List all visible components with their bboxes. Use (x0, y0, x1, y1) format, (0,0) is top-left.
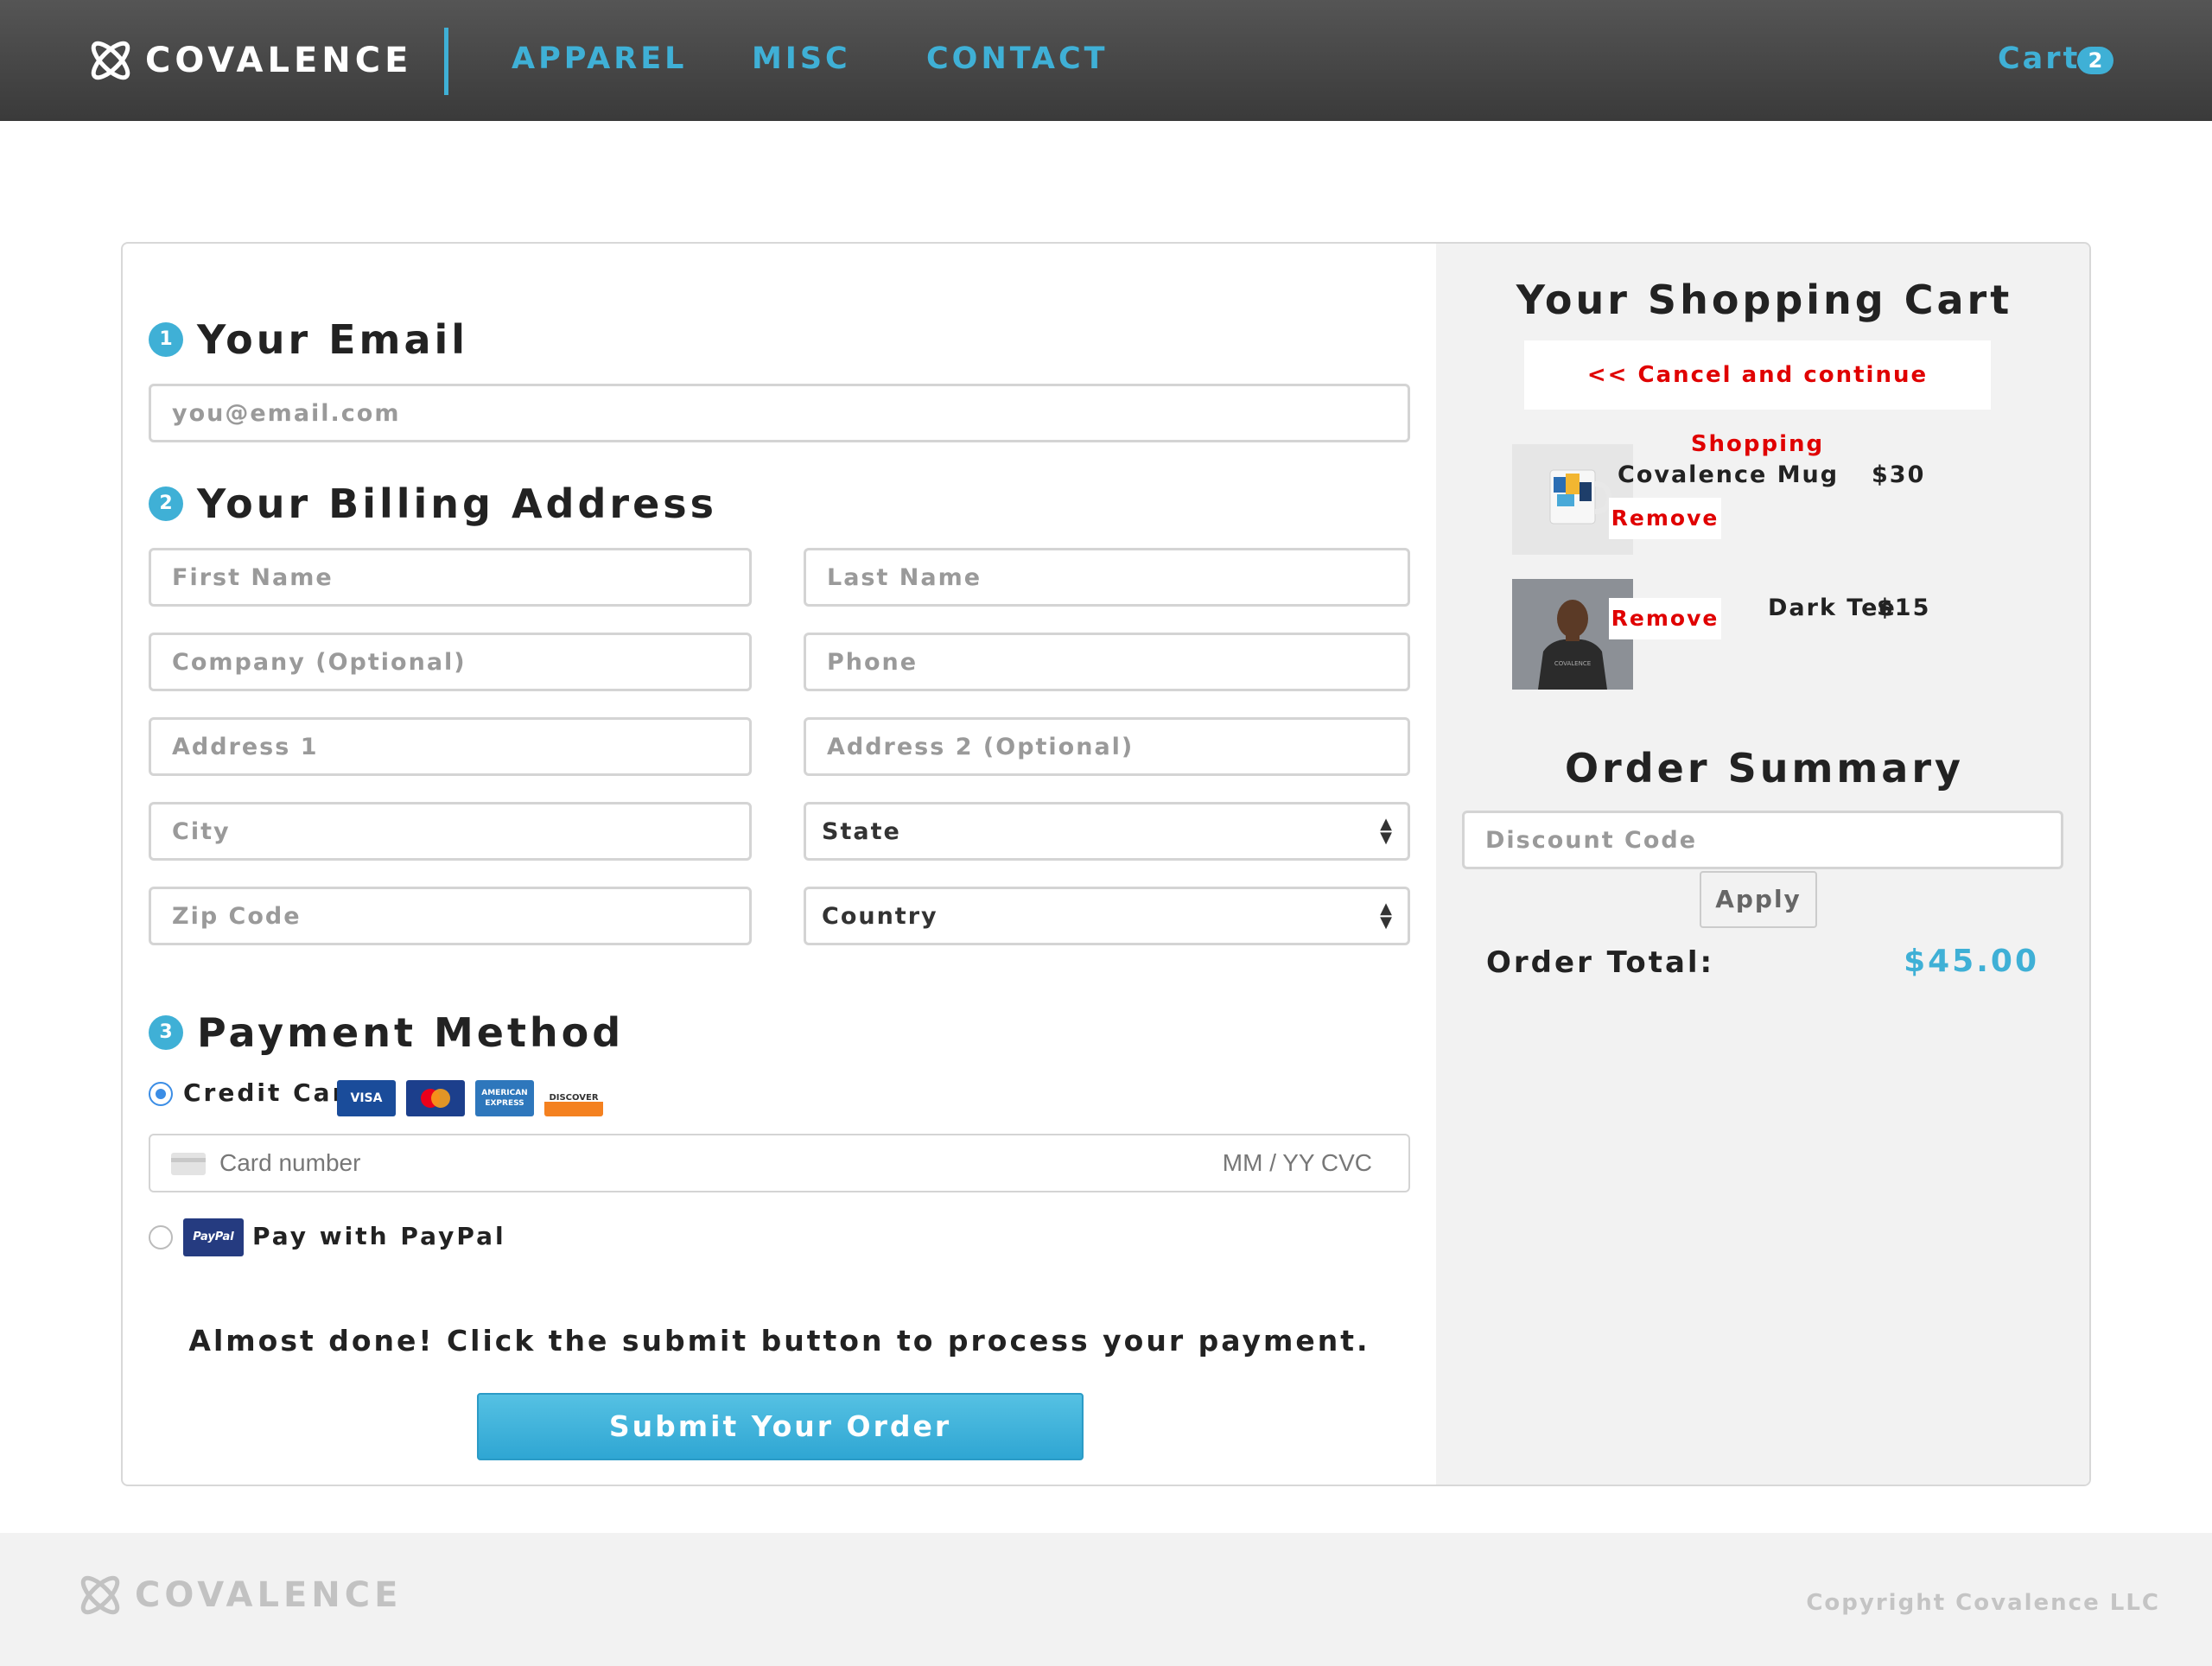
zip-input[interactable] (151, 889, 749, 943)
cart-item-price: $30 (1872, 461, 1926, 488)
email-input[interactable] (151, 386, 1408, 440)
phone-field[interactable] (804, 633, 1410, 691)
email-section-title: Your Email (197, 316, 469, 363)
phone-input[interactable] (806, 635, 1408, 689)
country-select-value: Country (822, 902, 938, 930)
covalence-logo-icon (91, 41, 130, 80)
credit-card-icon (171, 1153, 206, 1175)
cart-title: Your Shopping Cart (1516, 277, 2013, 323)
footer-brand-name: COVALENCE (135, 1575, 403, 1615)
order-total-label: Order Total: (1486, 945, 1715, 980)
footer-logo[interactable]: COVALENCE (73, 1567, 402, 1623)
credit-card-radio[interactable] (149, 1082, 173, 1106)
billing-section-title: Your Billing Address (197, 480, 718, 527)
paypal-label[interactable]: Pay with PayPal (252, 1222, 506, 1250)
paypal-icon: PayPal (183, 1218, 244, 1256)
cart-item-price: $15 (1877, 595, 1931, 621)
zip-field[interactable] (149, 887, 752, 945)
step-number-1: 1 (149, 322, 183, 357)
cart-panel: Your Shopping Cart << Cancel and continu… (1436, 244, 2089, 1485)
brand-name: COVALENCE (145, 41, 413, 80)
nav-misc[interactable]: MISC (752, 41, 851, 76)
mastercard-icon (406, 1080, 465, 1116)
email-field[interactable] (149, 384, 1410, 442)
address2-input[interactable] (806, 720, 1408, 773)
select-arrows-icon: ▲ ▼ (1380, 900, 1392, 932)
cart-count-badge[interactable]: 2 (2077, 47, 2113, 74)
cancel-continue-shopping-button[interactable]: << Cancel and continue Shopping (1524, 340, 1991, 457)
covalence-logo-icon (80, 1575, 120, 1615)
site-header: COVALENCE APPAREL MISC CONTACT Cart 2 (0, 0, 2212, 121)
nav-apparel[interactable]: APPAREL (512, 41, 687, 76)
card-number-placeholder: Card number (219, 1149, 361, 1176)
select-arrows-icon: ▲ ▼ (1380, 815, 1392, 847)
copyright-text: Copyright Covalence LLC (1806, 1590, 2160, 1616)
brand-logo[interactable]: COVALENCE (83, 31, 412, 90)
email-section-heading: 1 Your Email (149, 316, 468, 363)
almost-done-message: Almost done! Click the submit button to … (188, 1324, 1370, 1358)
company-input[interactable] (151, 635, 749, 689)
company-field[interactable] (149, 633, 752, 691)
order-summary-title: Order Summary (1564, 745, 1965, 792)
svg-text:COVALENCE: COVALENCE (1554, 660, 1591, 667)
site-footer: COVALENCE Copyright Covalence LLC (0, 1533, 2212, 1666)
discover-icon: DISCOVER (544, 1080, 603, 1116)
apply-discount-button[interactable]: Apply (1700, 871, 1817, 928)
first-name-input[interactable] (151, 550, 749, 604)
nav-contact[interactable]: CONTACT (926, 41, 1109, 76)
order-total-value: $45.00 (1904, 944, 2039, 979)
discount-code-field[interactable] (1462, 811, 2063, 869)
state-select-value: State (822, 817, 901, 845)
city-input[interactable] (151, 804, 749, 858)
submit-order-button[interactable]: Submit Your Order (477, 1393, 1084, 1460)
address1-input[interactable] (151, 720, 749, 773)
country-select[interactable]: Country ▲ ▼ (804, 887, 1410, 945)
payment-section-title: Payment Method (197, 1009, 625, 1056)
first-name-field[interactable] (149, 548, 752, 607)
card-number-field[interactable]: Card number MM / YY CVC (149, 1134, 1410, 1192)
address2-field[interactable] (804, 717, 1410, 776)
cart-link[interactable]: Cart (1998, 41, 2080, 76)
card-exp-cvc-placeholder: MM / YY CVC (1222, 1149, 1372, 1176)
visa-icon: VISA (337, 1080, 396, 1116)
last-name-input[interactable] (806, 550, 1408, 604)
remove-mug-button[interactable]: Remove (1609, 498, 1721, 539)
discount-code-input[interactable] (1465, 813, 2061, 867)
payment-section-heading: 3 Payment Method (149, 1009, 624, 1056)
step-number-2: 2 (149, 486, 183, 521)
last-name-field[interactable] (804, 548, 1410, 607)
amex-icon: AMERICAN EXPRESS (475, 1080, 534, 1116)
cart-item-name: Covalence Mug (1618, 461, 1840, 488)
checkout-card: 1 Your Email 2 Your Billing Address Stat… (121, 242, 2091, 1486)
header-divider (444, 28, 448, 95)
billing-section-heading: 2 Your Billing Address (149, 480, 717, 527)
city-field[interactable] (149, 802, 752, 861)
state-select[interactable]: State ▲ ▼ (804, 802, 1410, 861)
address1-field[interactable] (149, 717, 752, 776)
remove-tee-button[interactable]: Remove (1609, 598, 1721, 639)
step-number-3: 3 (149, 1015, 183, 1050)
paypal-radio[interactable] (149, 1225, 173, 1250)
